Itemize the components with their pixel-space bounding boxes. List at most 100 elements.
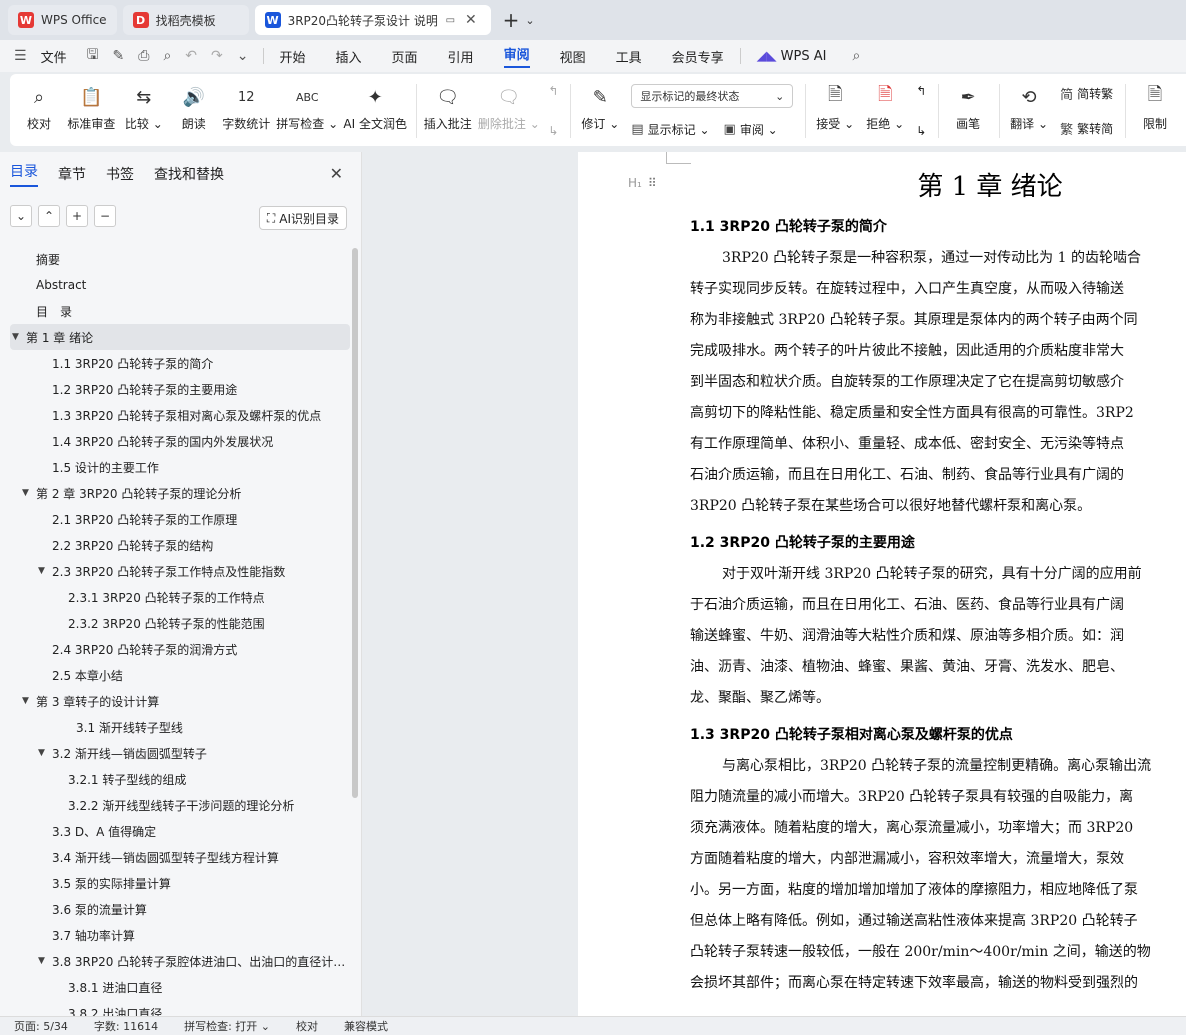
tab-docer-templates[interactable]: D 找稻壳模板 <box>122 5 249 35</box>
monitor-icon[interactable]: ▭ <box>446 15 455 26</box>
spell-check-status[interactable]: 拼写检查: 打开 ⌄ <box>184 1018 270 1034</box>
heading-handle[interactable]: H₁ ⠿ <box>628 176 657 190</box>
toc-item[interactable]: 摘要 <box>0 246 350 272</box>
menu-references[interactable]: 引用 <box>448 47 474 66</box>
proofread-button[interactable]: ⌕ 校对 <box>20 84 58 132</box>
tab-toc[interactable]: 目录 <box>10 161 38 187</box>
insert-comment-button[interactable]: 🗨 插入批注 <box>424 84 472 132</box>
toc-scrollbar[interactable] <box>352 248 358 798</box>
menu-insert[interactable]: 插入 <box>336 47 362 66</box>
save-icon[interactable]: 🖫 <box>87 44 99 68</box>
toc-item[interactable]: 3.3 D、A 值得确定 <box>0 818 350 844</box>
toc-item[interactable]: 2.1 3RP20 凸轮转子泵的工作原理 <box>0 506 350 532</box>
close-tab-icon[interactable]: ✕ <box>465 12 477 28</box>
wps-ai-button[interactable]: ◢◣ WPS AI <box>757 49 827 64</box>
toc-item[interactable]: ▼ 2.3 3RP20 凸轮转子泵工作特点及性能指数 <box>0 558 350 584</box>
translate-button[interactable]: ⟲ 翻译 ⌄ <box>1010 84 1048 132</box>
toc-item[interactable]: 2.3.1 3RP20 凸轮转子泵的工作特点 <box>0 584 350 610</box>
drag-handle-icon[interactable]: ⠿ <box>648 176 657 190</box>
toc-item[interactable]: 3.4 渐开线—销齿圆弧型转子型线方程计算 <box>0 844 350 870</box>
minus-icon[interactable]: − <box>94 205 116 227</box>
restrict-editing-button[interactable]: 🗎 限制 <box>1136 84 1174 132</box>
revise-button[interactable]: ✎ 修订 ⌄ <box>581 84 619 132</box>
reject-button[interactable]: 🗎 拒绝 ⌄ <box>866 84 904 132</box>
menu-review[interactable]: 审阅 <box>503 44 530 68</box>
toc-item[interactable]: 2.3.2 3RP20 凸轮转子泵的性能范围 <box>0 610 350 636</box>
toc-item[interactable]: ▼ 3.8 3RP20 凸轮转子泵腔体进油口、出油口的直径计… <box>0 948 350 974</box>
toc-item[interactable]: ▼ 3.2 渐开线—销齿圆弧型转子 <box>0 740 350 766</box>
menu-tools[interactable]: 工具 <box>616 47 642 66</box>
standard-review-button[interactable]: 📋 标准审查 <box>67 84 115 132</box>
expand-arrow-icon[interactable]: ▼ <box>12 332 26 342</box>
plus-icon[interactable]: + <box>66 205 88 227</box>
toc-item[interactable]: 1.4 3RP20 凸轮转子泵的国内外发展状况 <box>0 428 350 454</box>
toc-item[interactable]: 1.3 3RP20 凸轮转子泵相对离心泵及螺杆泵的优点 <box>0 402 350 428</box>
toc-item[interactable]: 2.2 3RP20 凸轮转子泵的结构 <box>0 532 350 558</box>
expand-arrow-icon[interactable]: ▼ <box>38 748 52 758</box>
toc-item[interactable]: 1.5 设计的主要工作 <box>0 454 350 480</box>
toc-item[interactable]: 3.6 泵的流量计算 <box>0 896 350 922</box>
delete-comment-button[interactable]: 🗨 删除批注 ⌄ <box>478 84 540 132</box>
expand-arrow-icon[interactable]: ▼ <box>38 956 52 966</box>
toc-item[interactable]: ▼ 第 3 章转子的设计计算 <box>0 688 350 714</box>
menu-icon[interactable]: ☰ <box>14 48 27 64</box>
menu-home[interactable]: 开始 <box>280 47 306 66</box>
toc-item[interactable]: 目 录 <box>0 298 350 324</box>
print-icon[interactable]: ⎙ <box>138 48 149 64</box>
toc-item[interactable]: ▼ 第 2 章 3RP20 凸轮转子泵的理论分析 <box>0 480 350 506</box>
review-pane-button[interactable]: ▣ 审阅 ⌄ <box>724 121 778 138</box>
print-preview-icon[interactable]: ⌕ <box>163 48 171 64</box>
toc-item[interactable]: ▼ 第 1 章 绪论 <box>10 324 350 350</box>
redo-icon[interactable]: ↷ <box>211 48 223 64</box>
new-tab-icon[interactable]: + <box>503 8 520 32</box>
tab-bookmarks[interactable]: 书签 <box>106 164 134 184</box>
toc-item[interactable]: 3.1 渐开线转子型线 <box>0 714 350 740</box>
next-comment-icon[interactable]: ↳ <box>548 124 558 138</box>
proofread-status[interactable]: 校对 <box>296 1018 318 1034</box>
toc-item[interactable]: 3.7 轴功率计算 <box>0 922 350 948</box>
markup-state-select[interactable]: 显示标记的最终状态 ⌄ <box>631 84 794 108</box>
simplified-to-traditional-button[interactable]: 简 简转繁 <box>1060 84 1113 103</box>
toc-item[interactable]: 3.8.1 进油口直径 <box>0 974 350 1000</box>
spell-check-button[interactable]: ABC 拼写检查 ⌄ <box>276 84 338 132</box>
expand-arrow-icon[interactable]: ▼ <box>22 696 36 706</box>
menu-view[interactable]: 视图 <box>560 47 586 66</box>
show-markup-button[interactable]: ▤ 显示标记 ⌄ <box>631 121 709 138</box>
expand-arrow-icon[interactable]: ▼ <box>22 488 36 498</box>
chevron-down-icon[interactable]: ⌄ <box>10 205 32 227</box>
read-aloud-button[interactable]: 🔊 朗读 <box>175 84 213 132</box>
close-panel-icon[interactable]: ✕ <box>330 164 343 183</box>
search-icon[interactable]: ⌕ <box>852 48 860 64</box>
toc-item[interactable]: 3.5 泵的实际排量计算 <box>0 870 350 896</box>
toc-item[interactable]: 3.2.2 渐开线型线转子干涉问题的理论分析 <box>0 792 350 818</box>
ai-recognize-toc-button[interactable]: ⛶ AI识别目录 <box>258 206 347 230</box>
word-count-button[interactable]: 12 字数统计 <box>222 84 270 132</box>
previous-revision-icon[interactable]: ↰ <box>916 84 926 98</box>
compare-button[interactable]: ⇆ 比较 ⌄ <box>125 84 163 132</box>
tab-document[interactable]: W 3RP20凸轮转子泵设计 说明书 ▭ ✕ <box>254 5 491 35</box>
tab-sections[interactable]: 章节 <box>58 164 86 184</box>
tab-wps-office[interactable]: W WPS Office <box>8 5 117 35</box>
menu-member[interactable]: 会员专享 <box>672 47 724 66</box>
menu-file[interactable]: 文件 <box>41 47 67 66</box>
toc-item[interactable]: 3.2.1 转子型线的组成 <box>0 766 350 792</box>
page-indicator[interactable]: 页面: 5/34 <box>14 1018 68 1034</box>
undo-icon[interactable]: ↶ <box>185 48 197 64</box>
pen-button[interactable]: ✒ 画笔 <box>949 84 987 132</box>
toc-item[interactable]: 1.2 3RP20 凸轮转子泵的主要用途 <box>0 376 350 402</box>
ai-polish-button[interactable]: ✦ AI 全文润色 <box>343 84 407 132</box>
toc-item[interactable]: 1.1 3RP20 凸轮转子泵的简介 <box>0 350 350 376</box>
menu-page[interactable]: 页面 <box>392 47 418 66</box>
accept-button[interactable]: 🗎 接受 ⌄ <box>816 84 854 132</box>
pen-tool-icon[interactable]: ✎ <box>113 48 125 64</box>
next-revision-icon[interactable]: ↳ <box>916 124 926 138</box>
toc-item[interactable]: Abstract <box>0 272 350 298</box>
expand-arrow-icon[interactable]: ▼ <box>38 566 52 576</box>
word-count-status[interactable]: 字数: 11614 <box>94 1018 158 1034</box>
chevron-up-icon[interactable]: ⌃ <box>38 205 60 227</box>
tab-find-replace[interactable]: 查找和替换 <box>154 164 224 184</box>
more-chevron-icon[interactable]: ⌄ <box>237 48 249 64</box>
toc-item[interactable]: 2.5 本章小结 <box>0 662 350 688</box>
toc-item[interactable]: 2.4 3RP20 凸轮转子泵的润滑方式 <box>0 636 350 662</box>
previous-comment-icon[interactable]: ↰ <box>548 84 558 98</box>
